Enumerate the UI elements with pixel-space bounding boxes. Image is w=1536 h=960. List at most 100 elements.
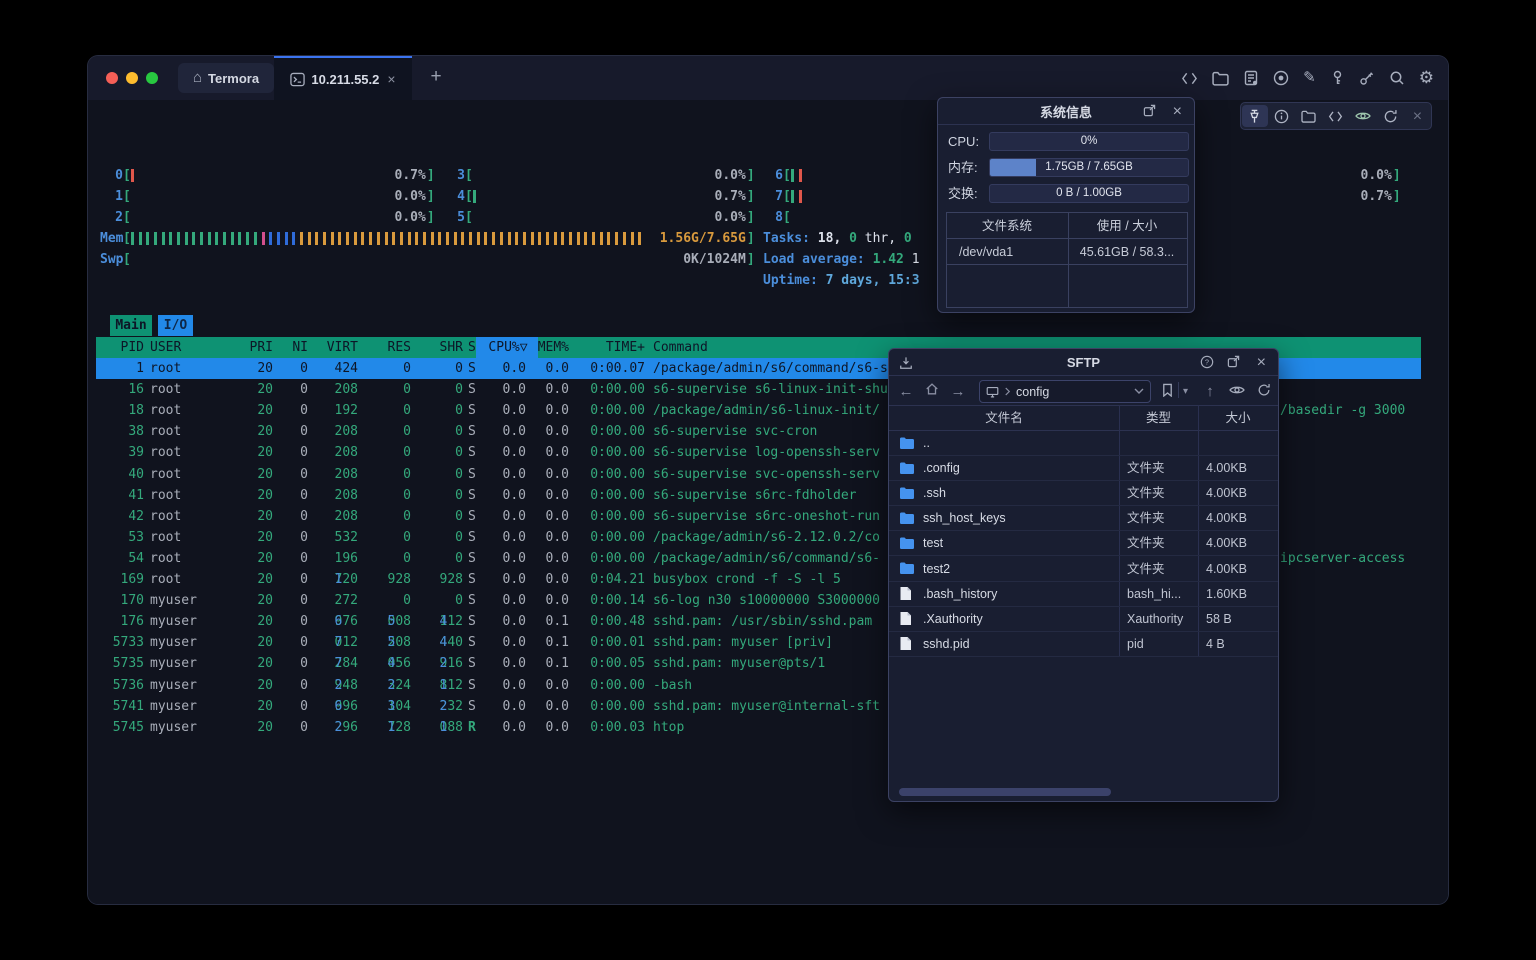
column-filename[interactable]: 文件名 (889, 406, 1119, 431)
folder-icon[interactable] (1296, 105, 1322, 127)
fs-name: /dev/vda1 (947, 239, 1067, 264)
folder-icon[interactable] (1212, 71, 1229, 86)
file-type: 文件夹 (1127, 456, 1165, 481)
eye-icon[interactable] (1229, 384, 1245, 399)
pencil-icon[interactable]: ✎ (1303, 70, 1316, 86)
file-type: 文件夹 (1127, 481, 1165, 506)
file-type: 文件夹 (1127, 557, 1165, 582)
file-size: 4.00KB (1206, 557, 1247, 582)
close-icon[interactable]: × (1173, 104, 1182, 119)
horizontal-scrollbar[interactable] (899, 788, 1111, 796)
help-icon[interactable]: ? (1200, 355, 1214, 372)
open-in-window-icon[interactable] (1227, 355, 1240, 371)
home-icon[interactable] (919, 382, 945, 400)
file-row[interactable]: .config文件夹4.00KB (889, 456, 1278, 481)
info-icon[interactable] (1269, 105, 1295, 127)
memory-meter: Mem[1.56G/7.65G] (100, 228, 755, 249)
file-row[interactable]: test2文件夹4.00KB (889, 557, 1278, 582)
file-name: .Xauthority (923, 607, 983, 632)
file-name: .ssh (923, 481, 946, 506)
file-row[interactable]: .bash_historybash_hi...1.60KB (889, 582, 1278, 607)
file-type: pid (1127, 632, 1144, 657)
screen-tab-main[interactable]: Main (110, 315, 152, 336)
folder-icon (899, 486, 915, 500)
file-row[interactable]: sshd.pidpid4 B (889, 632, 1278, 657)
close-icon[interactable]: × (1404, 105, 1430, 127)
path-field[interactable]: config (979, 380, 1151, 403)
tab-termora-label: Termora (208, 71, 259, 86)
file-name: .bash_history (923, 582, 997, 607)
file-name: .. (923, 431, 930, 456)
fs-header-name: 文件系统 (947, 213, 1067, 238)
notes-icon[interactable] (1243, 70, 1259, 86)
folder-icon (899, 536, 915, 550)
code-icon[interactable] (1323, 105, 1349, 127)
tab-close-icon[interactable]: × (387, 71, 395, 87)
cpu-meter-1: 1[0.0%] (100, 186, 435, 207)
file-row[interactable]: test文件夹4.00KB (889, 531, 1278, 556)
cpu-usage-value: 0% (990, 133, 1188, 150)
file-name: ssh_host_keys (923, 506, 1006, 531)
terminal-icon (290, 72, 305, 87)
divider (1178, 382, 1179, 398)
file-size: 4.00KB (1206, 456, 1247, 481)
cpu-meter-2: 2[0.0%] (100, 207, 435, 228)
command-overflow-text: /basedir -g 3000 (1280, 400, 1405, 421)
column-size[interactable]: 大小 (1198, 406, 1278, 431)
bookmark-icon[interactable] (1161, 383, 1174, 400)
cpu-meter-4: 4[0.7%] (457, 186, 755, 207)
download-icon[interactable] (899, 356, 913, 373)
memory-usage-value: 1.75GB / 7.65GB (990, 159, 1188, 176)
close-icon[interactable]: × (1257, 355, 1266, 370)
code-icon[interactable] (1181, 71, 1198, 86)
uptime: Uptime: 7 days, 15:3 (763, 270, 920, 291)
titlebar: ⌂ Termora 10.211.55.2 × + ✎ ⚙ (88, 56, 1448, 100)
file-icon (899, 611, 912, 626)
file-row[interactable]: .ssh文件夹4.00KB (889, 481, 1278, 506)
file-type: 文件夹 (1127, 531, 1165, 556)
file-icon (899, 636, 912, 651)
open-in-window-icon[interactable] (1143, 104, 1156, 120)
file-size: 4.00KB (1206, 506, 1247, 531)
fs-usage: 45.61GB / 58.3... (1067, 239, 1187, 264)
tab-session[interactable]: 10.211.55.2 × (274, 56, 412, 100)
tab-termora[interactable]: ⌂ Termora (178, 63, 274, 93)
upload-icon[interactable]: ↑ (1197, 383, 1223, 400)
chevron-right-icon (1004, 387, 1011, 396)
memory-usage-bar: 1.75GB / 7.65GB (989, 158, 1189, 177)
fs-header-usage: 使用 / 大小 (1067, 213, 1187, 238)
back-icon[interactable]: ← (893, 383, 919, 400)
filesystem-row[interactable]: /dev/vda1 45.61GB / 58.3... (947, 239, 1187, 265)
refresh-icon[interactable] (1257, 383, 1271, 400)
filesystem-table: 文件系统 使用 / 大小 /dev/vda1 45.61GB / 58.3... (946, 212, 1188, 308)
new-tab-button[interactable]: + (424, 66, 448, 90)
tasks-summary: Tasks: 18, 0 thr, 0 (763, 228, 912, 249)
nvidia-icon[interactable] (1350, 105, 1376, 127)
screen-tab-io[interactable]: I/O (158, 315, 193, 336)
file-name: test (923, 531, 943, 556)
bookmark-caret-icon[interactable]: ▾ (1183, 386, 1188, 397)
refresh-icon[interactable] (1377, 105, 1403, 127)
forward-icon[interactable]: → (945, 383, 971, 400)
chevron-down-icon[interactable] (1134, 388, 1144, 395)
sftp-panel: SFTP ? × ← → config ▾ ↑ (888, 348, 1279, 802)
traffic-close-button[interactable] (106, 72, 118, 84)
file-size: 4 B (1206, 632, 1225, 657)
key-icon[interactable] (1330, 70, 1345, 86)
file-row[interactable]: .. (889, 431, 1278, 456)
file-row[interactable]: .XauthorityXauthority58 B (889, 607, 1278, 632)
settings-icon[interactable]: ⚙ (1419, 70, 1434, 86)
search-icon[interactable] (1389, 70, 1405, 86)
column-type[interactable]: 类型 (1119, 406, 1198, 431)
system-info-panel: 系统信息 × CPU: 0% 内存: 1.75GB / 7.65GB 交换: 0… (937, 97, 1195, 313)
file-row[interactable]: ssh_host_keys文件夹4.00KB (889, 506, 1278, 531)
cpu-meter-0: 0[0.7%] (100, 165, 435, 186)
swap-meter: Swp[0K/1024M] (100, 249, 755, 270)
traffic-minimize-button[interactable] (126, 72, 138, 84)
sftp-title: SFTP (889, 349, 1278, 376)
keys-icon[interactable] (1359, 70, 1375, 86)
file-type: Xauthority (1127, 607, 1183, 632)
traffic-zoom-button[interactable] (146, 72, 158, 84)
record-icon[interactable] (1273, 70, 1289, 86)
pin-icon[interactable] (1242, 105, 1268, 127)
